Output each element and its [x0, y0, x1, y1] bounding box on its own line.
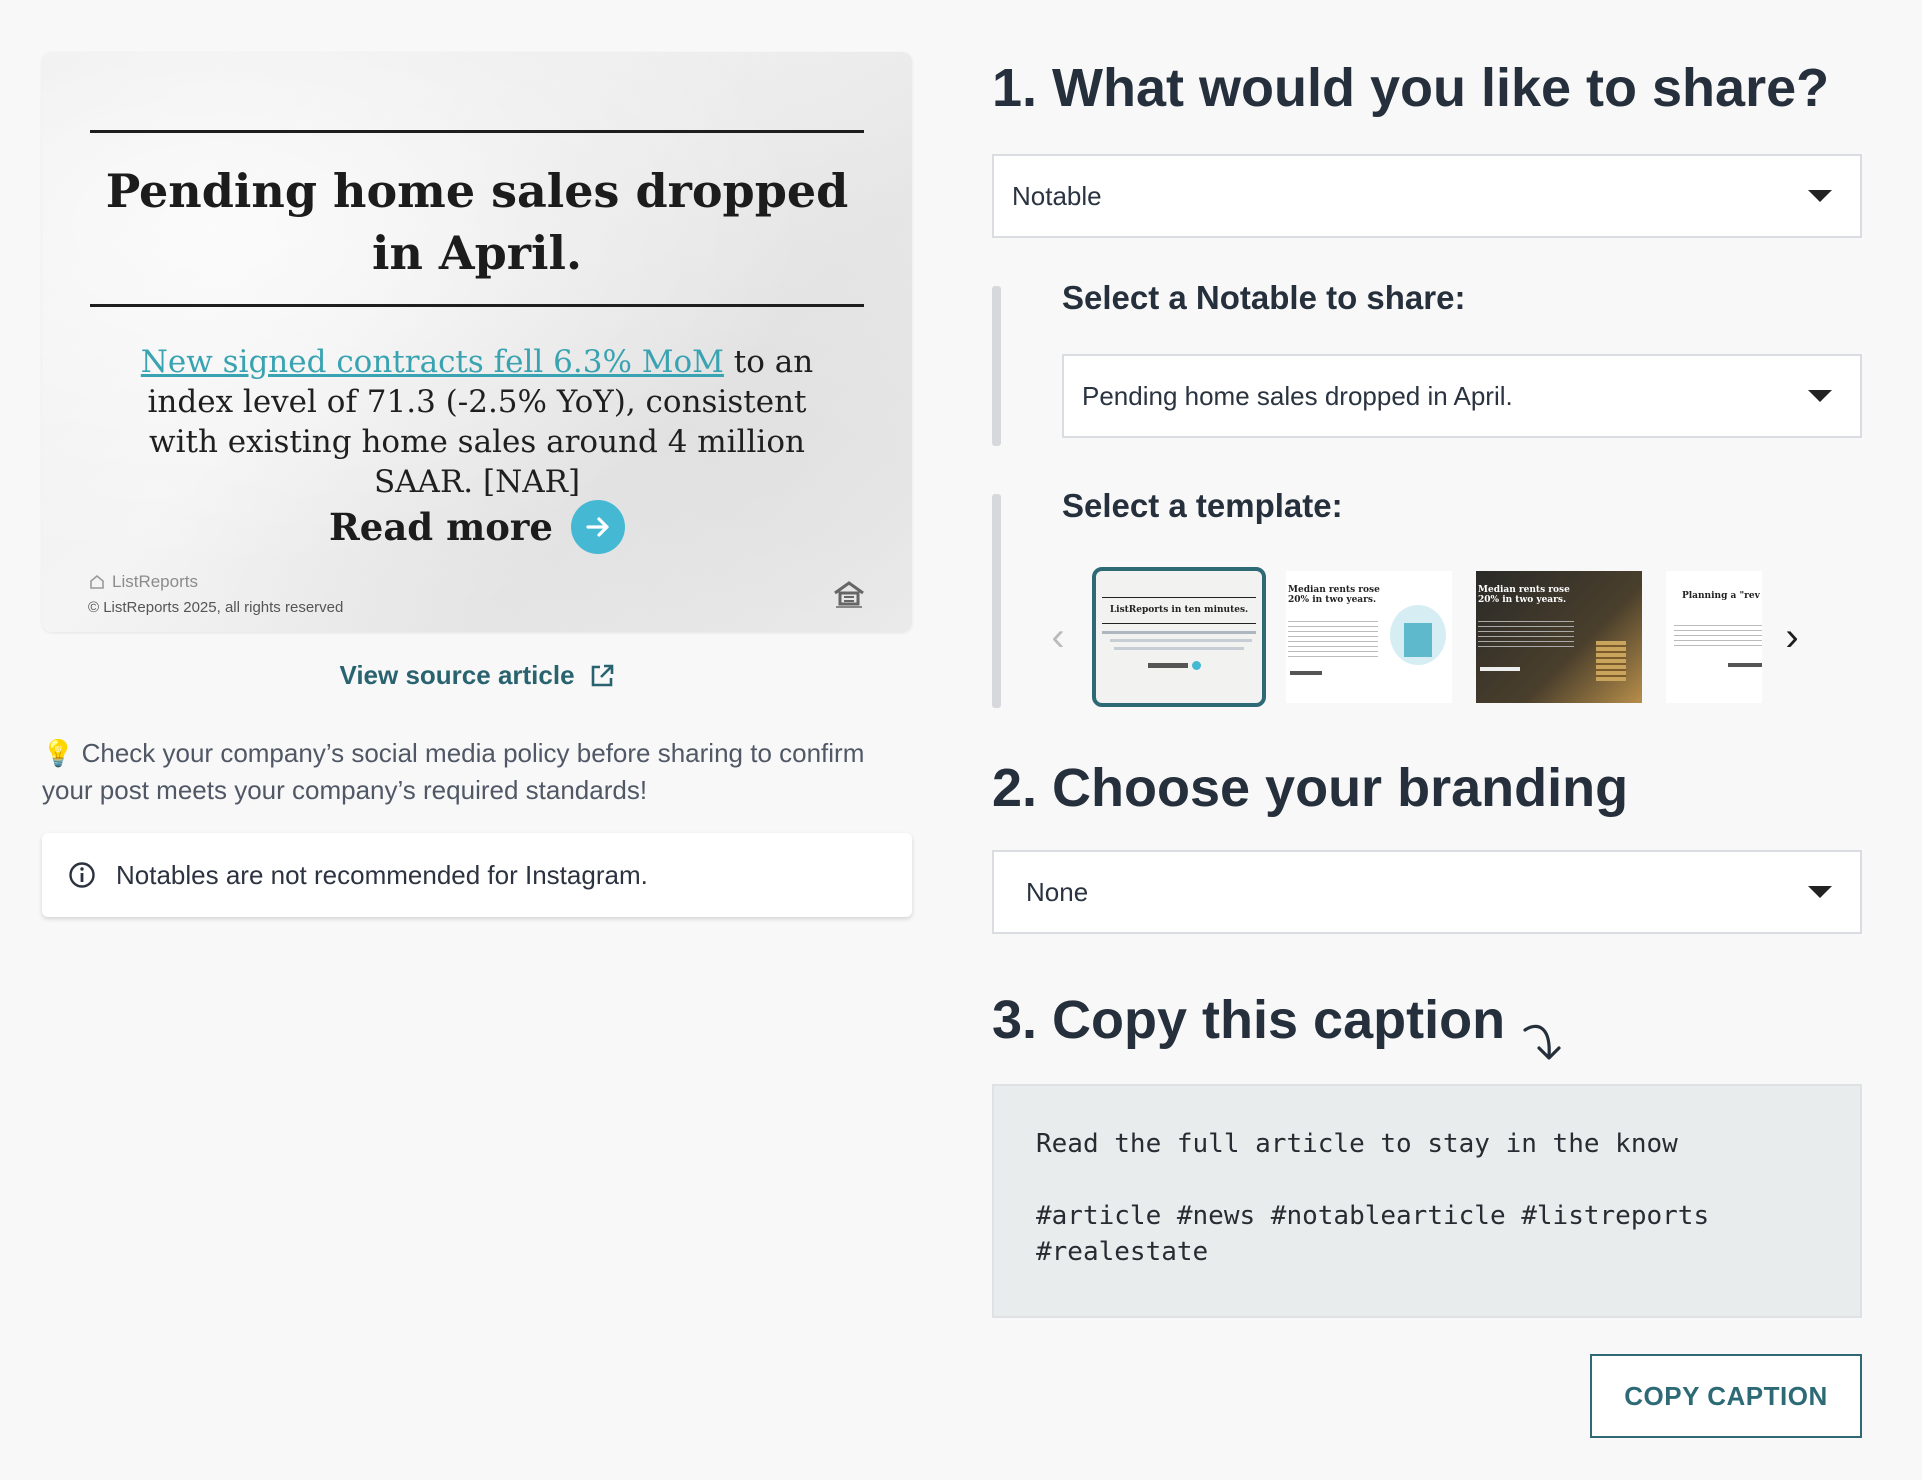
preview-headline: Pending home sales dropped in April.	[105, 164, 849, 280]
share-settings: 1. What would you like to share? Notable…	[992, 48, 1862, 1438]
section-bar	[992, 494, 1001, 708]
info-icon	[69, 862, 95, 888]
notable-value: Pending home sales dropped in April.	[1082, 380, 1513, 411]
preview-column: Pending home sales dropped in April. New…	[42, 52, 912, 917]
read-more-label: Read more	[329, 505, 553, 549]
preview-body: New signed contracts fell 6.3% MoM to an…	[112, 342, 842, 502]
caption-box[interactable]: Read the full article to stay in the kno…	[992, 1084, 1862, 1318]
copyright: © ListReports 2025, all rights reserved	[88, 599, 344, 616]
template-title: Planning a "rev to Ha	[1682, 591, 1762, 601]
template-thumb[interactable]: ListReports in ten minutes.	[1092, 567, 1266, 707]
caret-down-icon	[1808, 886, 1832, 898]
instagram-notice: Notables are not recommended for Instagr…	[42, 833, 912, 917]
notable-section: Select a Notable to share: Pending home …	[992, 279, 1862, 446]
divider	[90, 130, 864, 133]
template-carousel: ‹ ListReports in ten minutes. Median ren…	[1038, 567, 1862, 707]
step2-title: 2. Choose your branding	[992, 758, 1629, 818]
notice-text: Notables are not recommended for Instagr…	[116, 859, 648, 890]
notable-select[interactable]: Pending home sales dropped in April.	[1062, 354, 1862, 438]
view-source-label: View source article	[339, 660, 575, 690]
divider	[90, 304, 864, 307]
equal-housing-icon	[832, 580, 866, 615]
step1-title: 1. What would you like to share?	[992, 58, 1830, 118]
copy-caption-button[interactable]: COPY CAPTION	[1590, 1354, 1862, 1438]
listreports-logo: ListReports	[88, 572, 198, 592]
chevron-left-icon[interactable]: ‹	[1038, 615, 1078, 660]
read-more: Read more	[42, 500, 912, 554]
caret-down-icon	[1808, 390, 1832, 402]
step3-title: 3. Copy this caption	[992, 990, 1506, 1050]
template-title: Median rents rose 20% in two years.	[1288, 585, 1380, 605]
branding-select[interactable]: None	[992, 850, 1862, 934]
template-title: ListReports in ten minutes.	[1109, 605, 1249, 615]
arrow-right-icon	[570, 500, 625, 554]
caret-down-icon	[1808, 190, 1832, 202]
house-logo-icon	[90, 574, 104, 589]
template-thumb[interactable]: Planning a "rev to Ha	[1666, 571, 1762, 703]
external-link-icon	[591, 664, 613, 686]
step3-header: 3. Copy this caption	[992, 980, 1862, 1060]
policy-tip: 💡 Check your company’s social media poli…	[42, 738, 865, 805]
notable-preview-card: Pending home sales dropped in April. New…	[42, 52, 912, 632]
brand-name: ListReports	[112, 572, 198, 591]
template-thumb[interactable]: Median rents rose 20% in two years.	[1476, 571, 1642, 703]
template-title: Median rents rose 20% in two years.	[1478, 585, 1570, 605]
branding-value: None	[1026, 876, 1089, 907]
share-type-value: Notable	[1012, 180, 1102, 211]
share-type-select[interactable]: Notable	[992, 154, 1862, 238]
curved-arrow-icon	[1523, 1024, 1561, 1060]
chevron-right-icon[interactable]: ›	[1772, 615, 1812, 660]
template-section: Select a template: ‹ ListReports in ten …	[992, 487, 1862, 708]
view-source-link[interactable]: View source article	[42, 660, 912, 691]
preview-body-link[interactable]: New signed contracts fell 6.3% MoM	[141, 344, 724, 380]
template-label: Select a template:	[1062, 487, 1343, 524]
section-bar	[992, 286, 1001, 446]
notable-label: Select a Notable to share:	[1062, 279, 1466, 316]
template-thumb[interactable]: Median rents rose 20% in two years.	[1286, 571, 1452, 703]
